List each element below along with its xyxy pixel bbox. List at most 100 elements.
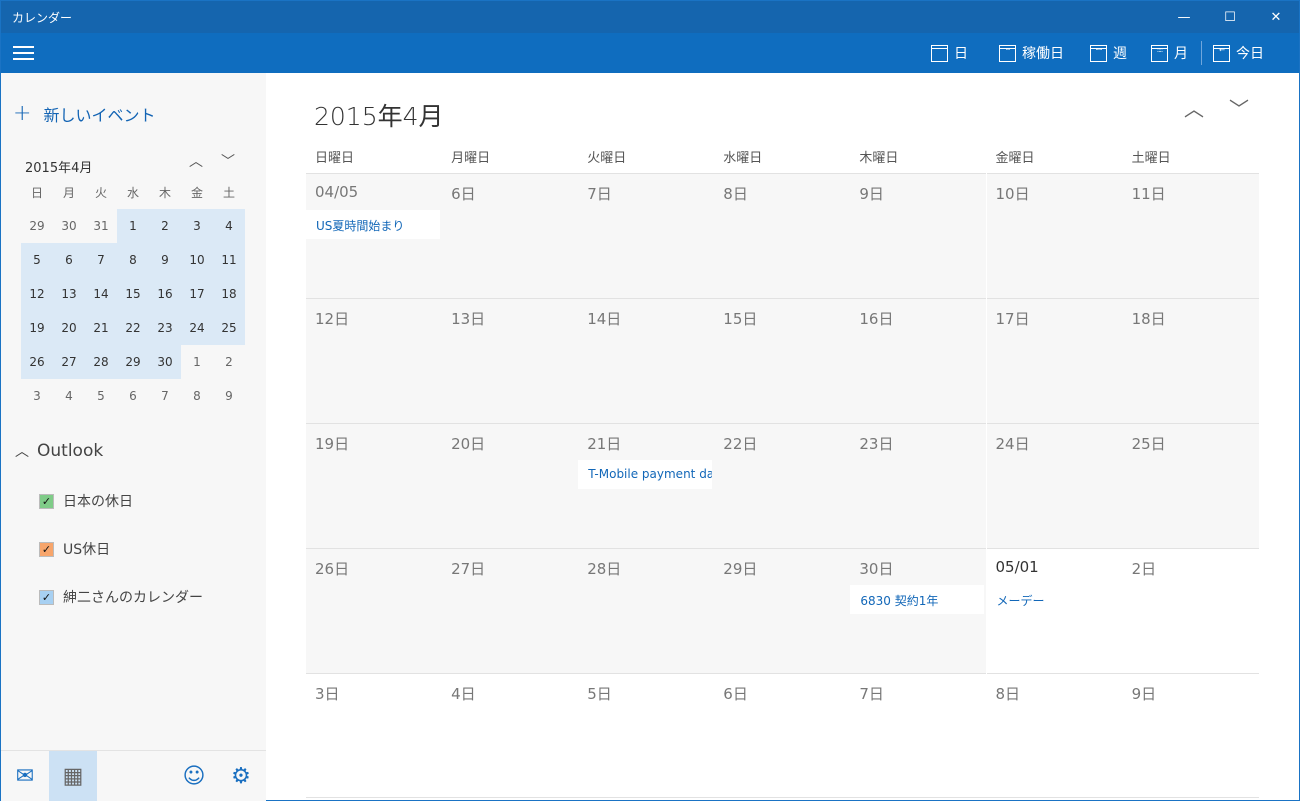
mini-day[interactable]: 13 <box>53 277 85 311</box>
mini-day[interactable]: 2 <box>213 345 245 379</box>
mini-day[interactable]: 27 <box>53 345 85 379</box>
mini-day[interactable]: 25 <box>213 311 245 345</box>
mini-day[interactable]: 4 <box>53 379 85 413</box>
mini-day[interactable]: 1 <box>181 345 213 379</box>
mini-day[interactable]: 11 <box>213 243 245 277</box>
mini-day[interactable]: 19 <box>21 311 53 345</box>
checkbox-check-icon[interactable]: ✓ <box>39 493 54 509</box>
day-cell[interactable]: 20日 <box>442 423 579 548</box>
mail-icon[interactable]: ✉ <box>1 751 49 801</box>
day-cell[interactable]: 24日 <box>986 423 1123 548</box>
mini-day[interactable]: 26 <box>21 345 53 379</box>
mini-day[interactable]: 18 <box>213 277 245 311</box>
week-view-button[interactable]: ····· 週 <box>1090 33 1127 73</box>
mini-day[interactable]: 7 <box>149 379 181 413</box>
mini-day[interactable]: 30 <box>53 209 85 243</box>
mini-day[interactable]: 31 <box>85 209 117 243</box>
mini-day[interactable]: 6 <box>117 379 149 413</box>
mini-day[interactable]: 4 <box>213 209 245 243</box>
calendar-event[interactable]: 6830 契約1年 <box>850 585 985 614</box>
day-cell[interactable]: 6日 <box>442 173 579 298</box>
day-cell[interactable]: 13日 <box>442 298 579 423</box>
workweek-view-button[interactable]: ··· 稼働日 <box>999 33 1064 73</box>
mini-day[interactable]: 29 <box>21 209 53 243</box>
day-cell[interactable]: 6日 <box>714 673 851 798</box>
mini-day[interactable]: 20 <box>53 311 85 345</box>
calendar-toggle[interactable]: ✓ 日本の休日 <box>39 491 133 511</box>
calendar-event[interactable]: US夏時間始まり <box>306 210 440 239</box>
mini-day[interactable]: 3 <box>21 379 53 413</box>
day-cell[interactable]: 23日 <box>850 423 987 548</box>
mini-day[interactable]: 17 <box>181 277 213 311</box>
day-cell[interactable]: 10日 <box>986 173 1123 298</box>
day-cell[interactable]: 14日 <box>578 298 715 423</box>
mini-day[interactable]: 8 <box>181 379 213 413</box>
maximize-button[interactable]: ☐ <box>1207 1 1253 33</box>
mini-day[interactable]: 9 <box>213 379 245 413</box>
mini-day[interactable]: 22 <box>117 311 149 345</box>
mini-day[interactable]: 16 <box>149 277 181 311</box>
checkbox-check-icon[interactable]: ✓ <box>39 589 54 605</box>
day-cell[interactable]: 30日 6830 契約1年 <box>850 548 987 673</box>
day-cell[interactable]: 3日 <box>306 673 442 798</box>
previous-month-chevron-up-icon[interactable]: ︿ <box>1184 93 1204 122</box>
mini-day[interactable]: 3 <box>181 209 213 243</box>
mini-day[interactable]: 8 <box>117 243 149 277</box>
hamburger-menu-icon[interactable] <box>13 46 34 60</box>
mini-day[interactable]: 29 <box>117 345 149 379</box>
day-cell[interactable]: 8日 <box>714 173 851 298</box>
mini-day[interactable]: 21 <box>85 311 117 345</box>
calendar-event[interactable]: メーデー <box>987 585 1121 614</box>
day-cell[interactable]: 28日 <box>578 548 715 673</box>
today-button[interactable]: ← 今日 <box>1213 33 1264 73</box>
mini-day[interactable]: 5 <box>85 379 117 413</box>
checkbox-check-icon[interactable]: ✓ <box>39 541 54 557</box>
chevron-down-icon[interactable]: ﹀ <box>221 151 235 171</box>
day-cell[interactable]: 15日 <box>714 298 851 423</box>
mini-day[interactable]: 2 <box>149 209 181 243</box>
calendar-toggle[interactable]: ✓ US休日 <box>39 539 110 559</box>
next-month-chevron-down-icon[interactable]: ﹀ <box>1229 93 1249 122</box>
mini-day[interactable]: 7 <box>85 243 117 277</box>
day-cell[interactable]: 9日 <box>1122 673 1259 798</box>
day-cell[interactable]: 21日 T-Mobile payment date <box>578 423 715 548</box>
close-button[interactable]: ✕ <box>1253 1 1299 33</box>
new-event-button[interactable]: + 新しいイベント <box>13 101 155 126</box>
mini-calendar-title[interactable]: 2015年4月 <box>25 157 92 176</box>
day-cell[interactable]: 18日 <box>1122 298 1259 423</box>
day-cell[interactable]: 12日 <box>306 298 442 423</box>
mini-day[interactable]: 14 <box>85 277 117 311</box>
month-view-button[interactable]: :::: 月 <box>1151 33 1188 73</box>
day-cell[interactable]: 26日 <box>306 548 442 673</box>
day-cell[interactable]: 4日 <box>442 673 579 798</box>
calendar-toggle[interactable]: ✓ 紳二さんのカレンダー <box>39 587 203 607</box>
chevron-up-icon[interactable]: ︿ <box>189 151 203 171</box>
day-cell[interactable]: 7日 <box>578 173 715 298</box>
day-cell[interactable]: 5日 <box>578 673 715 798</box>
day-cell[interactable]: 11日 <box>1122 173 1259 298</box>
mini-day[interactable]: 9 <box>149 243 181 277</box>
day-cell[interactable]: 17日 <box>986 298 1123 423</box>
account-outlook[interactable]: ︿ Outlook <box>15 441 103 461</box>
mini-day[interactable]: 5 <box>21 243 53 277</box>
day-cell[interactable]: 04/05 US夏時間始まり <box>306 173 442 298</box>
day-cell[interactable]: 8日 <box>986 673 1123 798</box>
mini-day[interactable]: 23 <box>149 311 181 345</box>
calendar-icon[interactable]: ▦ <box>49 751 97 801</box>
day-cell[interactable]: 05/01 メーデー <box>986 548 1123 673</box>
mini-day[interactable]: 10 <box>181 243 213 277</box>
day-cell[interactable]: 2日 <box>1122 548 1259 673</box>
day-cell[interactable]: 7日 <box>850 673 987 798</box>
mini-day[interactable]: 24 <box>181 311 213 345</box>
day-cell[interactable]: 19日 <box>306 423 442 548</box>
mini-day[interactable]: 12 <box>21 277 53 311</box>
feedback-smiley-icon[interactable]: ☺ <box>170 751 218 801</box>
day-view-button[interactable]: 日 <box>931 33 968 73</box>
day-cell[interactable]: 16日 <box>850 298 987 423</box>
day-cell[interactable]: 22日 <box>714 423 851 548</box>
mini-day[interactable]: 28 <box>85 345 117 379</box>
day-cell[interactable]: 29日 <box>714 548 851 673</box>
day-cell[interactable]: 25日 <box>1122 423 1259 548</box>
mini-day[interactable]: 6 <box>53 243 85 277</box>
settings-gear-icon[interactable]: ⚙ <box>217 751 265 801</box>
